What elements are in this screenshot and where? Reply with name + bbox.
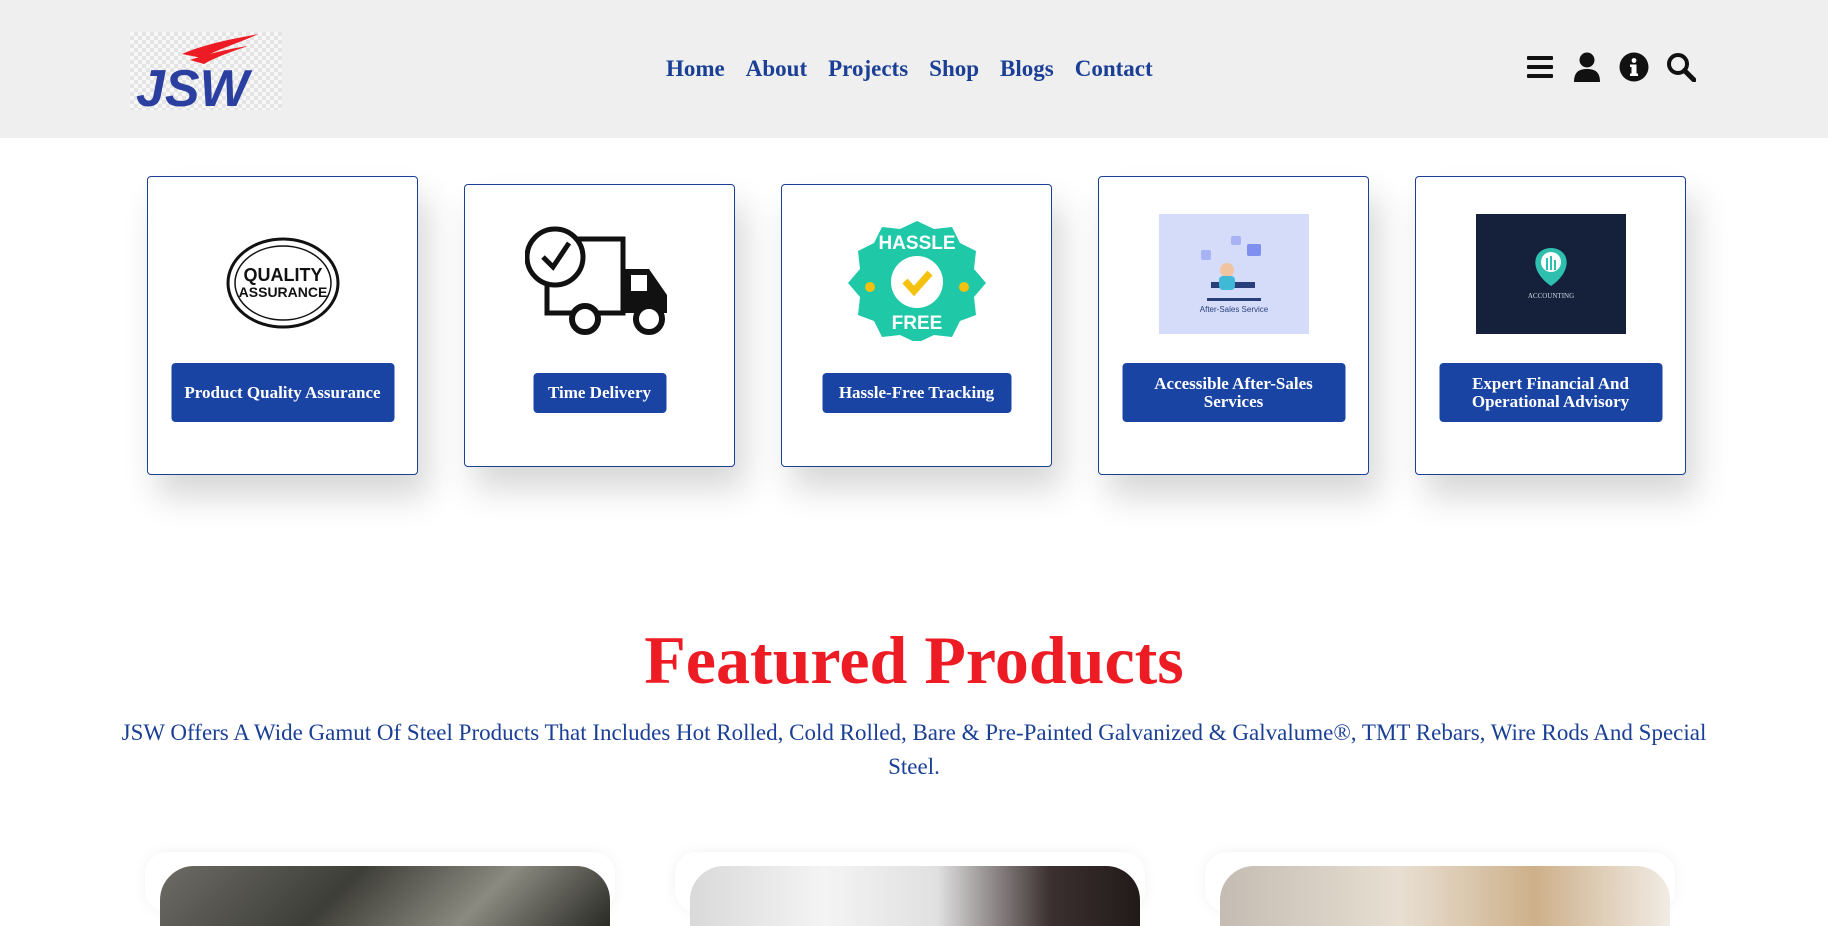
product-image[interactable] [1220, 866, 1670, 926]
jsw-logo[interactable]: JSW [130, 32, 282, 110]
expert-financial-advisory-button[interactable]: Expert Financial And Operational Advisor… [1439, 363, 1662, 422]
search-icon[interactable] [1666, 52, 1696, 82]
product-image[interactable] [160, 866, 610, 926]
feature-card-quality: QUALITY ASSURANCE Product Quality Assura… [147, 176, 418, 475]
info-icon[interactable] [1619, 52, 1649, 82]
svg-text:After-Sales Service: After-Sales Service [1199, 305, 1268, 314]
accounting-logo-image: ACCOUNTING [1475, 214, 1626, 334]
svg-text:QUALITY: QUALITY [243, 265, 322, 285]
after-sales-service-image: After-Sales Service [1158, 214, 1309, 334]
featured-products-description: JSW Offers A Wide Gamut Of Steel Product… [121, 720, 1707, 779]
menu-icon[interactable] [1525, 52, 1555, 82]
main-nav: Home About Projects Shop Blogs Contact [666, 56, 1174, 82]
feature-card-tracking: HASSLE FREE Hassle-Free Tracking [781, 184, 1052, 467]
featured-products-title: Featured Products [644, 622, 1184, 698]
quality-assurance-stamp-image: QUALITY ASSURANCE [208, 223, 358, 343]
nav-contact[interactable]: Contact [1075, 56, 1153, 82]
header-icons [1525, 52, 1713, 82]
nav-home[interactable]: Home [666, 56, 725, 82]
product-image[interactable] [690, 866, 1140, 926]
svg-text:JSW: JSW [136, 60, 253, 110]
svg-text:ASSURANCE: ASSURANCE [238, 284, 327, 300]
svg-text:HASSLE: HASSLE [878, 233, 955, 254]
feature-card-advisory: ACCOUNTING Expert Financial And Operatio… [1415, 176, 1686, 475]
nav-about[interactable]: About [746, 56, 807, 82]
nav-shop[interactable]: Shop [929, 56, 979, 82]
nav-projects[interactable]: Projects [828, 56, 908, 82]
feature-card-after-sales: After-Sales Service Accessible After-Sal… [1098, 176, 1369, 475]
svg-text:FREE: FREE [891, 313, 942, 334]
hassle-free-badge-image: HASSLE FREE [842, 221, 992, 341]
accessible-after-sales-services-button[interactable]: Accessible After-Sales Services [1122, 363, 1345, 422]
feature-card-delivery: Time Delivery [464, 184, 735, 467]
nav-blogs[interactable]: Blogs [1000, 56, 1054, 82]
time-delivery-button[interactable]: Time Delivery [533, 373, 666, 413]
svg-text:ACCOUNTING: ACCOUNTING [1527, 292, 1573, 300]
site-header: JSW Home About Projects Shop Blogs Conta… [0, 0, 1828, 138]
hassle-free-tracking-button[interactable]: Hassle-Free Tracking [822, 373, 1011, 413]
product-quality-assurance-button[interactable]: Product Quality Assurance [171, 363, 394, 422]
user-icon[interactable] [1572, 52, 1602, 82]
delivery-truck-icon [524, 221, 675, 341]
